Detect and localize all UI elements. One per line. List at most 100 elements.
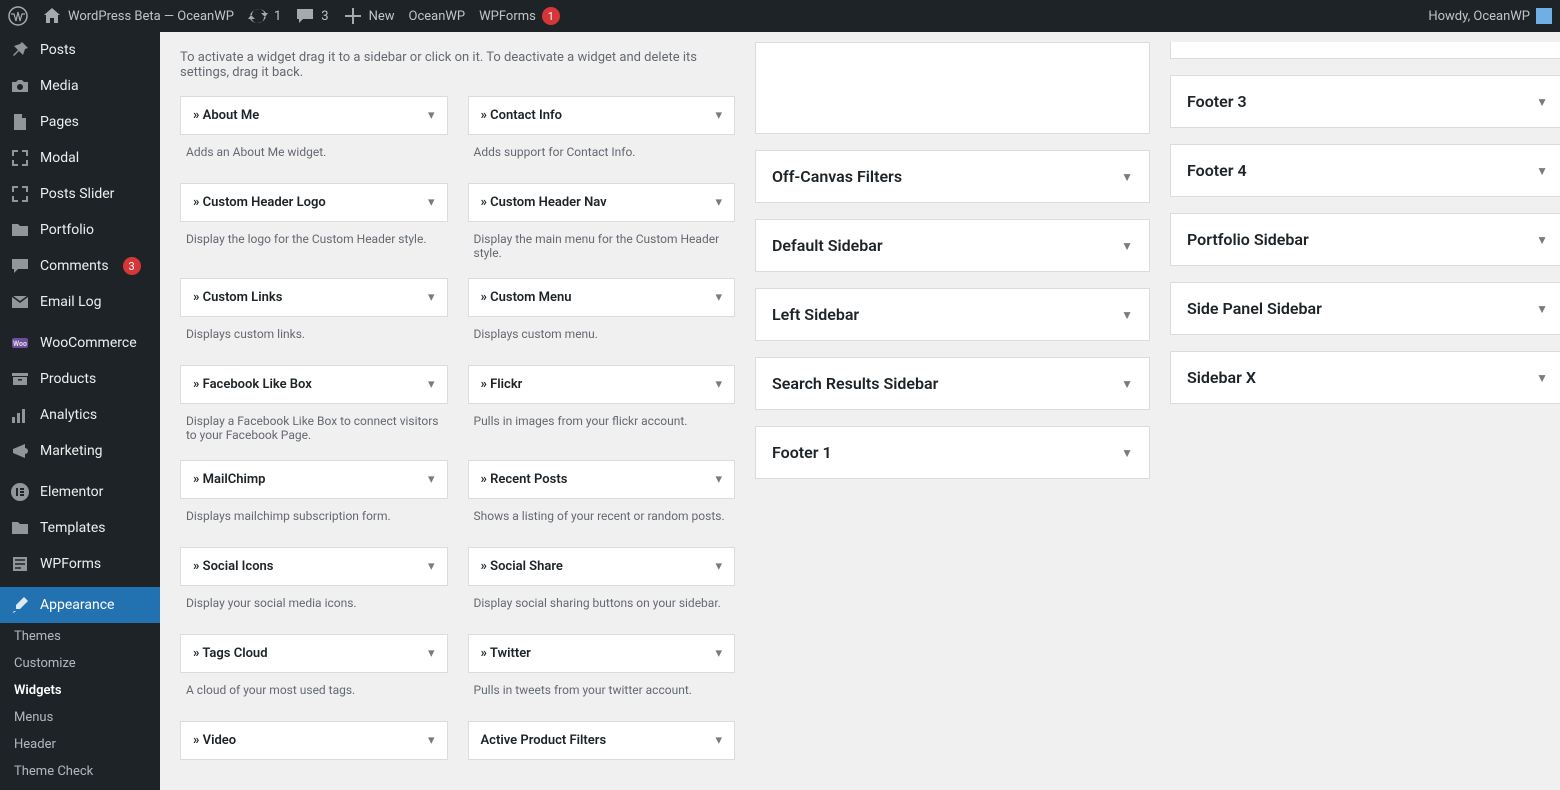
menu-item-posts[interactable]: Posts: [0, 32, 160, 68]
widget-desc: Display a Facebook Like Box to connect v…: [180, 404, 448, 460]
chevron-down-icon[interactable]: ▾: [715, 646, 722, 661]
admin-bar: WordPress Beta — OceanWP 1 3 New OceanWP…: [0, 0, 1560, 32]
chevron-down-icon[interactable]: ▾: [428, 377, 435, 392]
chevron-down-icon[interactable]: ▾: [428, 559, 435, 574]
chevron-down-icon[interactable]: ▼: [1121, 239, 1133, 253]
menu-label: Marketing: [40, 443, 103, 459]
widget-area-header[interactable]: Left Sidebar ▼: [756, 289, 1149, 340]
menu-label: Templates: [40, 520, 106, 536]
comments-link[interactable]: 3: [295, 6, 328, 26]
menu-item-marketing[interactable]: Marketing: [0, 433, 160, 469]
chevron-down-icon[interactable]: ▾: [428, 290, 435, 305]
chevron-down-icon[interactable]: ▼: [1536, 233, 1548, 247]
mail-icon: [10, 292, 30, 312]
widget-area-header[interactable]: Side Panel Sidebar ▼: [1171, 283, 1560, 334]
menu-item-email-log[interactable]: Email Log: [0, 284, 160, 320]
menu-item-elementor[interactable]: Elementor: [0, 474, 160, 510]
menu-item-portfolio[interactable]: Portfolio: [0, 212, 160, 248]
chevron-down-icon[interactable]: ▾: [715, 559, 722, 574]
widget-area-header[interactable]: Footer 3 ▼: [1171, 76, 1560, 127]
available-widget[interactable]: » Facebook Like Box ▾: [180, 365, 448, 404]
available-widget[interactable]: Active Product Filters ▾: [468, 721, 736, 760]
menu-item-media[interactable]: Media: [0, 68, 160, 104]
available-widget[interactable]: » Custom Links ▾: [180, 278, 448, 317]
wp-logo[interactable]: [8, 6, 28, 26]
updates-link[interactable]: 1: [248, 6, 281, 26]
menu-item-comments[interactable]: Comments3: [0, 248, 160, 284]
widget-title: » Twitter: [481, 646, 716, 661]
chevron-down-icon[interactable]: ▼: [1536, 95, 1548, 109]
pin-icon: [10, 40, 30, 60]
widget-area-title: Off-Canvas Filters: [772, 167, 1121, 186]
chevron-down-icon[interactable]: ▾: [428, 195, 435, 210]
widget-desc: Pulls in tweets from your twitter accoun…: [468, 673, 736, 721]
menu-item-posts-slider[interactable]: Posts Slider: [0, 176, 160, 212]
available-widget[interactable]: » Recent Posts ▾: [468, 460, 736, 499]
chevron-down-icon[interactable]: ▼: [1121, 170, 1133, 184]
widget-area-header[interactable]: Off-Canvas Filters ▼: [756, 151, 1149, 202]
widget-area-header[interactable]: Default Sidebar ▼: [756, 220, 1149, 271]
chevron-down-icon[interactable]: ▼: [1121, 308, 1133, 322]
widget-desc: Shows a listing of your recent or random…: [468, 499, 736, 547]
widget-area-header[interactable]: Footer 1 ▼: [756, 427, 1149, 478]
chevron-down-icon[interactable]: ▾: [715, 377, 722, 392]
chevron-down-icon[interactable]: ▾: [715, 733, 722, 748]
menu-item-templates[interactable]: Templates: [0, 510, 160, 546]
submenu-menus[interactable]: Menus: [0, 704, 160, 731]
site-link[interactable]: WordPress Beta — OceanWP: [42, 6, 234, 26]
menu-label: Posts Slider: [40, 186, 114, 202]
submenu-theme-check[interactable]: Theme Check: [0, 758, 160, 785]
oceanwp-link[interactable]: OceanWP: [409, 9, 466, 24]
wpforms-link[interactable]: WPForms 1: [479, 7, 560, 25]
chevron-down-icon[interactable]: ▾: [428, 108, 435, 123]
widget-area-header[interactable]: Footer 4 ▼: [1171, 145, 1560, 196]
chevron-down-icon[interactable]: ▾: [715, 472, 722, 487]
chevron-down-icon[interactable]: ▾: [715, 108, 722, 123]
available-widget[interactable]: » Video ▾: [180, 721, 448, 760]
available-widget[interactable]: » About Me ▾: [180, 96, 448, 135]
menu-item-pages[interactable]: Pages: [0, 104, 160, 140]
available-widget[interactable]: » MailChimp ▾: [180, 460, 448, 499]
widget-area-header[interactable]: Search Results Sidebar ▼: [756, 358, 1149, 409]
chevron-down-icon[interactable]: ▼: [1121, 377, 1133, 391]
chevron-down-icon[interactable]: ▼: [1536, 164, 1548, 178]
submenu-widgets[interactable]: Widgets: [0, 677, 160, 704]
menu-item-appearance[interactable]: Appearance: [0, 587, 160, 623]
chevron-down-icon[interactable]: ▾: [428, 646, 435, 661]
howdy-link[interactable]: Howdy, OceanWP: [1428, 8, 1552, 24]
available-widget[interactable]: » Custom Header Logo ▾: [180, 183, 448, 222]
submenu-header[interactable]: Header: [0, 731, 160, 758]
updates-count: 1: [274, 9, 281, 24]
available-widget[interactable]: » Social Share ▾: [468, 547, 736, 586]
chevron-down-icon[interactable]: ▾: [428, 733, 435, 748]
new-link[interactable]: New: [343, 6, 395, 26]
camera-icon: [10, 76, 30, 96]
widget-area-header[interactable]: Portfolio Sidebar ▼: [1171, 214, 1560, 265]
available-widget[interactable]: » Custom Header Nav ▾: [468, 183, 736, 222]
available-widget[interactable]: » Tags Cloud ▾: [180, 634, 448, 673]
submenu-themes[interactable]: Themes: [0, 623, 160, 650]
chevron-down-icon[interactable]: ▼: [1536, 302, 1548, 316]
chevron-down-icon[interactable]: ▼: [1121, 446, 1133, 460]
menu-badge: 3: [123, 257, 141, 275]
menu-item-wpforms[interactable]: WPForms: [0, 546, 160, 582]
available-widget[interactable]: » Social Icons ▾: [180, 547, 448, 586]
submenu-customize[interactable]: Customize: [0, 650, 160, 677]
chevron-down-icon[interactable]: ▾: [715, 290, 722, 305]
menu-item-modal[interactable]: Modal: [0, 140, 160, 176]
widget-desc: Adds an About Me widget.: [180, 135, 448, 183]
chevron-down-icon[interactable]: ▼: [1536, 371, 1548, 385]
menu-item-analytics[interactable]: Analytics: [0, 397, 160, 433]
widget-area-title: Left Sidebar: [772, 305, 1121, 324]
chevron-down-icon[interactable]: ▾: [715, 195, 722, 210]
available-widget[interactable]: » Flickr ▾: [468, 365, 736, 404]
available-widget[interactable]: » Twitter ▾: [468, 634, 736, 673]
chevron-down-icon[interactable]: ▾: [428, 472, 435, 487]
menu-item-products[interactable]: Products: [0, 361, 160, 397]
widget-area-header[interactable]: Sidebar X ▼: [1171, 352, 1560, 403]
available-widget[interactable]: » Contact Info ▾: [468, 96, 736, 135]
menu-item-woocommerce[interactable]: WooWooCommerce: [0, 325, 160, 361]
comments-count: 3: [321, 9, 328, 24]
admin-menu: PostsMediaPagesModal Posts Slider Portfoli…: [0, 32, 160, 790]
available-widget[interactable]: » Custom Menu ▾: [468, 278, 736, 317]
